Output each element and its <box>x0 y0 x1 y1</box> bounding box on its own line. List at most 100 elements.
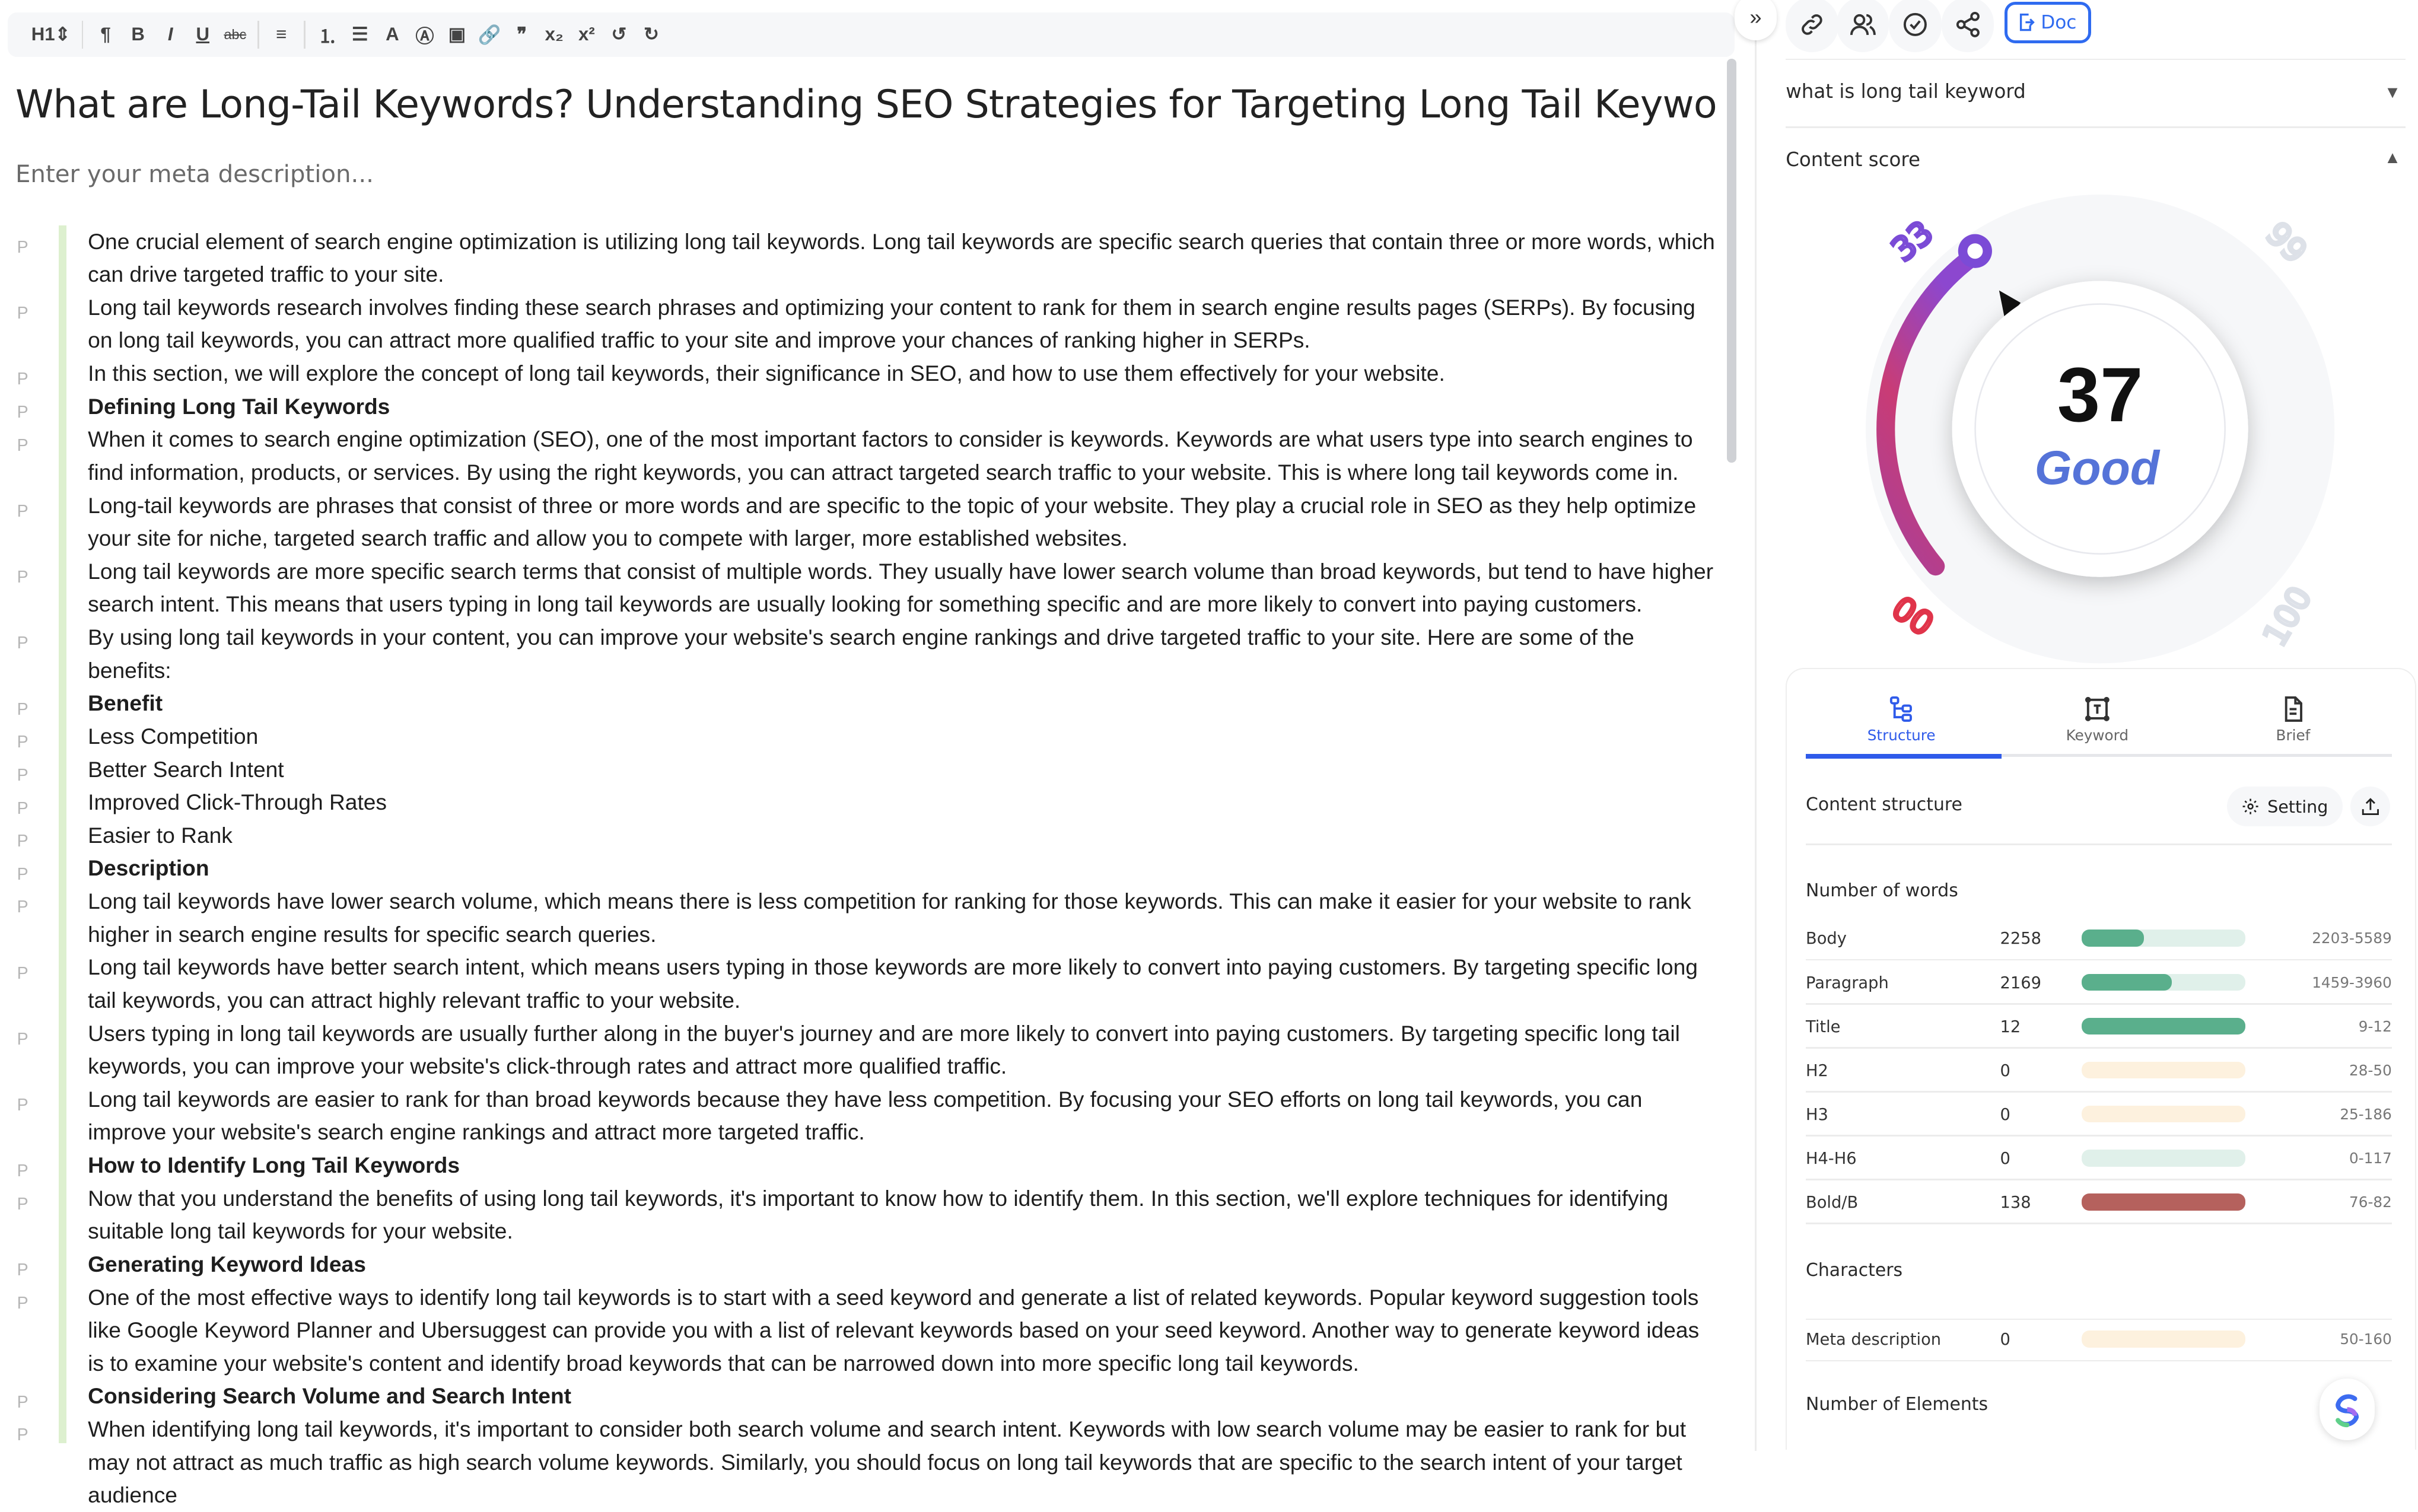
paragraph-block[interactable]: P Easier to Rank <box>0 819 1719 852</box>
setting-label: Setting <box>2267 796 2328 817</box>
heading-block[interactable]: P Considering Search Volume and Search In… <box>0 1380 1719 1413</box>
quote-icon[interactable]: ❞ <box>505 24 538 45</box>
block-type-marker[interactable]: P <box>17 231 28 265</box>
heading-block[interactable]: P Defining Long Tail Keywords <box>0 390 1719 424</box>
check-button[interactable] <box>1889 0 1942 53</box>
metric-progress-bar <box>2082 1330 2245 1348</box>
paragraph-block[interactable]: P Better Search Intent <box>0 753 1719 787</box>
tab-keyword[interactable]: Keyword <box>2000 695 2195 744</box>
setting-button[interactable]: Setting <box>2226 786 2343 827</box>
tab-structure[interactable]: Structure <box>1804 695 1999 744</box>
paragraph-block[interactable]: P In this section, we will explore the co… <box>0 357 1719 390</box>
block-type-marker[interactable]: P <box>17 1188 28 1221</box>
block-text: Long tail keywords are more specific sea… <box>88 558 1714 617</box>
assistant-button[interactable] <box>2319 1378 2375 1440</box>
paragraph-block[interactable]: P Long-tail keywords are phrases that con… <box>0 489 1719 555</box>
block-type-marker[interactable]: P <box>17 1089 28 1122</box>
paragraph-block[interactable]: P Long tail keywords have lower search vo… <box>0 885 1719 951</box>
tab-label: Brief <box>2276 727 2311 744</box>
heading-select-icon[interactable]: H1⇕ <box>26 24 75 45</box>
chevron-down-icon[interactable]: ▼ <box>2384 83 2401 103</box>
meta-description-input[interactable] <box>15 160 1712 189</box>
block-type-marker[interactable]: P <box>17 1287 28 1320</box>
metric-row: Paragraph 2169 1459-3960 <box>1806 962 2392 1005</box>
metric-target-range: 0-117 <box>2349 1149 2392 1167</box>
paragraph-block[interactable]: P When it comes to search engine optimiza… <box>0 423 1719 489</box>
metric-target-range: 50-160 <box>2340 1330 2392 1348</box>
tab-label: Structure <box>1867 727 1936 744</box>
editor-body[interactable]: P One crucial element of search engine op… <box>0 225 1719 1512</box>
bold-icon[interactable]: B <box>122 24 154 45</box>
block-text: When it comes to search engine optimizat… <box>88 426 1693 485</box>
heading-block[interactable]: P Description <box>0 852 1719 885</box>
underline-icon[interactable]: U <box>186 24 219 45</box>
export-doc-button[interactable]: Doc <box>2005 1 2091 43</box>
block-type-marker[interactable]: P <box>17 429 28 463</box>
heading-block[interactable]: P Benefit <box>0 687 1719 720</box>
metric-label: Title <box>1806 1017 1841 1036</box>
block-type-marker[interactable]: P <box>17 495 28 529</box>
metric-label: Paragraph <box>1806 973 1889 992</box>
collapse-panel-button[interactable]: » <box>1735 0 1777 40</box>
superscript-icon[interactable]: x² <box>571 24 603 45</box>
block-text: Users typing in long tail keywords are u… <box>88 1020 1680 1079</box>
bullet-list-icon[interactable]: ☰ <box>344 24 377 45</box>
metric-progress-fill <box>2082 973 2172 991</box>
doc-label: Doc <box>2041 11 2077 33</box>
paragraph-block[interactable]: P Now that you understand the benefits of… <box>0 1182 1719 1248</box>
paragraph-block[interactable]: P Long tail keywords research involves fi… <box>0 291 1719 357</box>
chevron-up-icon[interactable]: ▲ <box>2384 148 2401 168</box>
metric-progress-bar <box>2082 1105 2245 1123</box>
metric-progress-bar <box>2082 930 2245 947</box>
paragraph-block[interactable]: P Long tail keywords have better search i… <box>0 951 1719 1017</box>
block-text: Easier to Rank <box>88 822 233 848</box>
subscript-icon[interactable]: x₂ <box>538 24 571 45</box>
link-icon[interactable]: 🔗 <box>473 24 506 46</box>
block-text: Generating Keyword Ideas <box>88 1251 366 1277</box>
align-icon[interactable]: ≡ <box>265 24 298 45</box>
paragraph-block[interactable]: P Long tail keywords are easier to rank f… <box>0 1083 1719 1149</box>
block-type-marker[interactable]: P <box>17 561 28 594</box>
formatting-toolbar: H1⇕ ¶ B I Uabc ≡ ⒈ ☰ A Ⓐ ▣ 🔗 ❞ x₂ x² ↺ ↻ <box>7 12 1735 58</box>
metric-progress-fill <box>2082 1193 2245 1211</box>
metric-row: H3 0 25-186 <box>1806 1093 2392 1137</box>
paragraph-block[interactable]: P Long tail keywords are more specific se… <box>0 555 1719 621</box>
block-text: Long tail keywords have lower search vol… <box>88 889 1691 947</box>
paragraph-block[interactable]: P One of the most effective ways to ident… <box>0 1281 1719 1380</box>
metric-value: 2169 <box>2000 973 2041 992</box>
collaborators-button[interactable] <box>1837 0 1889 53</box>
editor-scrollbar[interactable] <box>1727 58 1737 463</box>
paragraph-icon[interactable]: ¶ <box>90 24 122 45</box>
link-icon <box>1802 14 1822 35</box>
block-type-marker[interactable]: P <box>17 891 28 924</box>
redo-icon[interactable]: ↻ <box>635 24 668 45</box>
font-color-icon[interactable]: A <box>376 24 409 45</box>
keyword-icon <box>2085 697 2110 722</box>
strikethrough-icon[interactable]: abc <box>219 27 252 43</box>
metric-row: Meta description 0 50-160 <box>1806 1319 2392 1362</box>
metric-target-range: 1459-3960 <box>2312 973 2392 991</box>
block-type-marker[interactable]: P <box>17 297 28 330</box>
heading-block[interactable]: P How to Identify Long Tail Keywords <box>0 1149 1719 1182</box>
heading-block[interactable]: P Generating Keyword Ideas <box>0 1248 1719 1281</box>
tab-brief[interactable]: Brief <box>2196 695 2391 744</box>
block-type-marker[interactable]: P <box>17 1419 28 1452</box>
highlight-icon[interactable]: Ⓐ <box>409 21 441 48</box>
paragraph-block[interactable]: P By using long tail keywords in your con… <box>0 621 1719 687</box>
link-button[interactable] <box>1786 0 1838 53</box>
image-icon[interactable]: ▣ <box>441 24 473 45</box>
paragraph-block[interactable]: P When identifying long tail keywords, it… <box>0 1413 1719 1512</box>
italic-icon[interactable]: I <box>154 24 187 45</box>
paragraph-block[interactable]: P Improved Click-Through Rates <box>0 786 1719 819</box>
export-button[interactable] <box>2350 786 2391 827</box>
block-type-marker[interactable]: P <box>17 627 28 660</box>
title-input[interactable] <box>15 77 1720 133</box>
undo-icon[interactable]: ↺ <box>603 24 635 45</box>
share-button[interactable] <box>1941 0 1994 53</box>
paragraph-block[interactable]: P One crucial element of search engine op… <box>0 225 1719 291</box>
ordered-list-icon[interactable]: ⒈ <box>311 21 344 48</box>
block-type-marker[interactable]: P <box>17 1023 28 1056</box>
paragraph-block[interactable]: P Users typing in long tail keywords are … <box>0 1017 1719 1083</box>
block-type-marker[interactable]: P <box>17 957 28 991</box>
paragraph-block[interactable]: P Less Competition <box>0 720 1719 753</box>
